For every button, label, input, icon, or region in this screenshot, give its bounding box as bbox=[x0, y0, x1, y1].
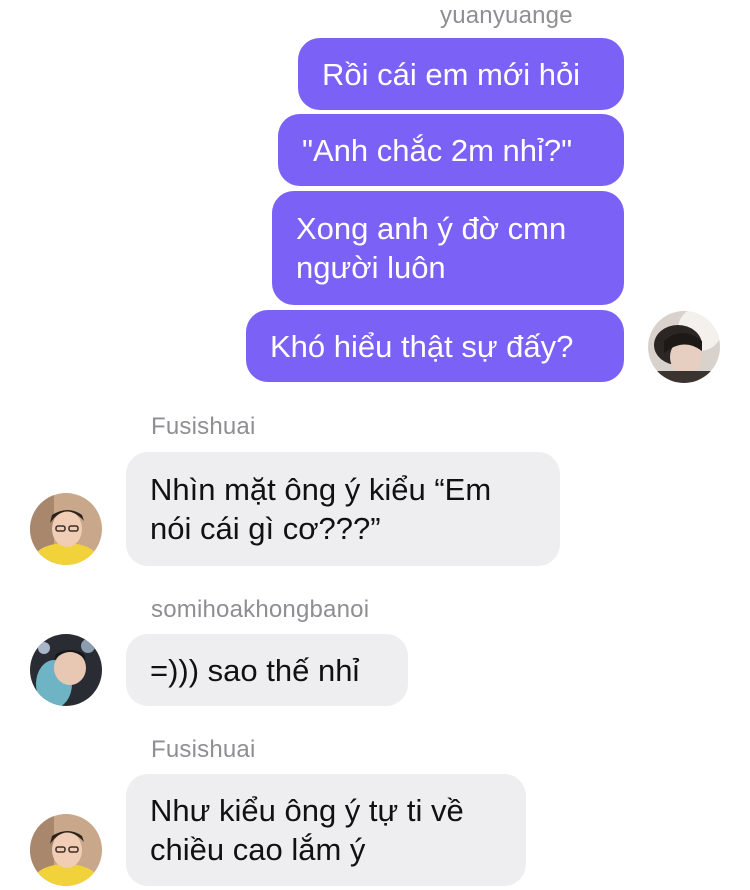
avatar-yuanyuange[interactable] bbox=[648, 311, 720, 383]
message-text: Khó hiểu thật sự đấy? bbox=[270, 328, 574, 364]
incoming-message-1[interactable]: Nhìn mặt ông ý kiểu “Em nói cái gì cơ???… bbox=[126, 452, 560, 566]
message-text: "Anh chắc 2m nhỉ?" bbox=[302, 132, 573, 168]
message-text: Như kiểu ông ý tự ti về chiều cao lắm ý bbox=[150, 793, 464, 867]
message-text: Xong anh ý đờ cmn người luôn bbox=[296, 211, 567, 285]
sender-name: somihoakhongbanoi bbox=[151, 596, 370, 623]
incoming-message-3[interactable]: Như kiểu ông ý tự ti về chiều cao lắm ý bbox=[126, 774, 526, 886]
incoming-message-2[interactable]: =))) sao thế nhỉ bbox=[126, 634, 408, 706]
avatar-somihoakhongbanoi[interactable] bbox=[30, 634, 102, 706]
profile-photo-icon bbox=[30, 493, 102, 565]
outgoing-message-3[interactable]: Xong anh ý đờ cmn người luôn bbox=[272, 191, 624, 305]
message-text: =))) sao thế nhỉ bbox=[150, 652, 360, 688]
message-text: Rồi cái em mới hỏi bbox=[322, 56, 581, 92]
outgoing-message-1[interactable]: Rồi cái em mới hỏi bbox=[298, 38, 624, 110]
sender-name: Fusishuai bbox=[151, 736, 256, 763]
profile-photo-icon bbox=[30, 814, 102, 886]
avatar-fusishuai[interactable] bbox=[30, 814, 102, 886]
message-text: Nhìn mặt ông ý kiểu “Em nói cái gì cơ???… bbox=[150, 472, 492, 546]
sender-name: Fusishuai bbox=[151, 413, 256, 440]
profile-photo-icon bbox=[648, 311, 720, 383]
profile-photo-icon bbox=[30, 634, 102, 706]
sender-name-outgoing: yuanyuange bbox=[440, 2, 573, 29]
avatar-fusishuai[interactable] bbox=[30, 493, 102, 565]
outgoing-message-2[interactable]: "Anh chắc 2m nhỉ?" bbox=[278, 114, 624, 186]
outgoing-message-4[interactable]: Khó hiểu thật sự đấy? bbox=[246, 310, 624, 382]
